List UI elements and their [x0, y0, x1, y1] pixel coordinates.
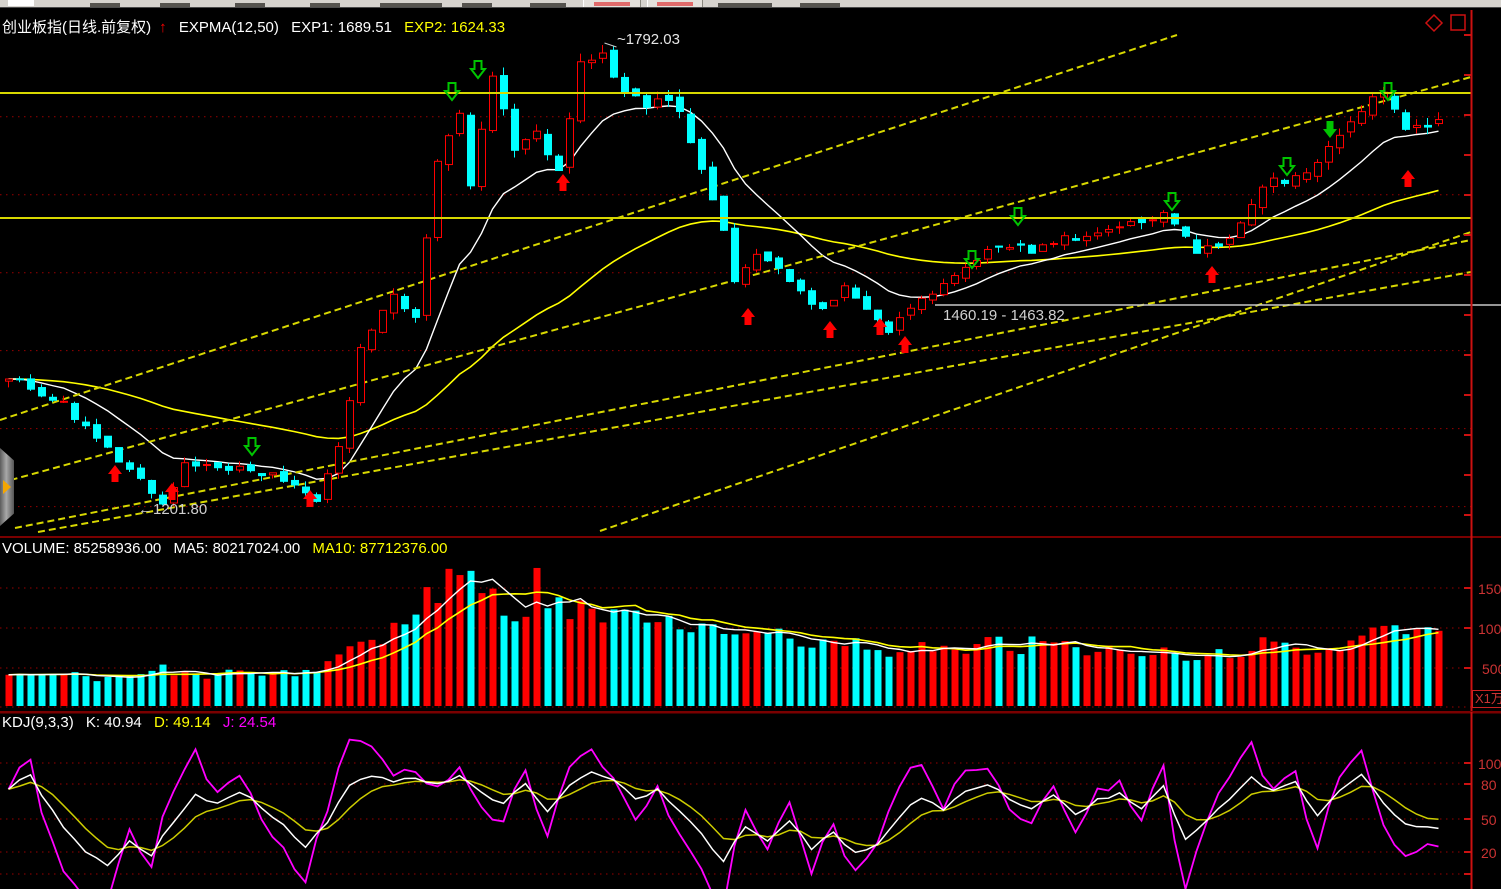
indicator-name[interactable]: EXPMA(12,50): [179, 19, 279, 36]
window-icon: [8, 0, 34, 6]
menu-item-sliver[interactable]: [90, 3, 120, 7]
menubar-red-button-2[interactable]: [647, 0, 703, 7]
sidebar-expand-handle[interactable]: [0, 448, 14, 526]
volume-multiplier-badge: X1万: [1472, 690, 1501, 708]
kdj-d-value: D: 49.14: [154, 714, 211, 731]
kdj-axis-label: 20: [1481, 845, 1497, 861]
level-range-annotation: 1460.19 - 1463.82: [943, 307, 1065, 324]
main-chart-header: 创业板指(日线.前复权) ↑ EXPMA(12,50) EXP1: 1689.51…: [2, 16, 513, 37]
volume-axis-label: 10000: [1478, 621, 1501, 637]
expand-arrow-icon: [3, 480, 11, 494]
menubar-red-button-1[interactable]: [583, 0, 641, 7]
menu-item-sliver[interactable]: [462, 3, 492, 7]
trough-price-annotation: ←1201.80: [138, 501, 207, 518]
exp2-value: EXP2: 1624.33: [404, 19, 505, 36]
menu-item-sliver[interactable]: [530, 3, 566, 7]
exp1-value: EXP1: 1689.51: [291, 19, 392, 36]
menu-item-sliver[interactable]: [235, 3, 265, 7]
red-button-text-sliver: [657, 2, 693, 6]
red-button-text-sliver: [594, 2, 630, 6]
chart-canvas[interactable]: [0, 0, 1501, 889]
kdj-header: KDJ(9,3,3) K: 40.94 D: 49.14 J: 24.54: [2, 714, 284, 731]
volume-ma10-value: MA10: 87712376.00: [312, 540, 447, 557]
kdj-axis-label: 80: [1481, 777, 1497, 793]
kdj-axis-label: 100: [1478, 756, 1501, 772]
menu-item-sliver[interactable]: [718, 3, 772, 7]
volume-axis-label: 5000: [1482, 661, 1501, 677]
volume-value: VOLUME: 85258936.00: [2, 540, 161, 557]
kdj-name[interactable]: KDJ(9,3,3): [2, 714, 74, 731]
volume-ma5-value: MA5: 80217024.00: [173, 540, 300, 557]
menu-item-sliver[interactable]: [800, 3, 840, 7]
menu-item-sliver[interactable]: [380, 3, 442, 7]
kdj-axis-label: 50: [1481, 812, 1497, 828]
symbol-title: 创业板指(日线.前复权): [2, 19, 151, 36]
volume-axis-label: 15000: [1478, 581, 1501, 597]
menu-item-sliver[interactable]: [310, 3, 340, 7]
menubar[interactable]: [0, 0, 1501, 8]
peak-price-annotation: ~1792.03: [617, 31, 680, 48]
kdj-j-value: J: 24.54: [223, 714, 276, 731]
kdj-k-value: K: 40.94: [86, 714, 142, 731]
volume-header: VOLUME: 85258936.00 MA5: 80217024.00 MA1…: [2, 540, 456, 557]
menu-item-sliver[interactable]: [160, 3, 190, 7]
up-arrow-icon: ↑: [159, 19, 167, 36]
trading-app-window: { "header": { "title": "创业板指(日线.前复权)", "…: [0, 0, 1501, 889]
